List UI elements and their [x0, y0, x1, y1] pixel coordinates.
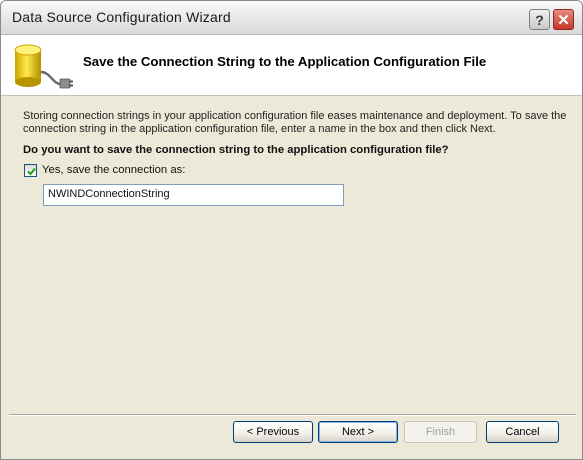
database-plug-icon — [14, 44, 73, 89]
page-title: Save the Connection String to the Applic… — [83, 54, 487, 69]
cancel-button[interactable]: Cancel — [486, 421, 559, 443]
save-connection-label[interactable]: Yes, save the connection as: — [42, 164, 185, 176]
help-button[interactable]: ? — [529, 9, 550, 30]
next-button[interactable]: Next > — [318, 421, 398, 443]
finish-button[interactable]: Finish — [404, 421, 477, 443]
checkmark-icon — [27, 167, 36, 176]
wizard-header: Save the Connection String to the Applic… — [1, 35, 582, 96]
wizard-window: Data Source Configuration Wizard ? ✕ Sav… — [0, 0, 583, 460]
title-bar[interactable]: Data Source Configuration Wizard ? ✕ — [1, 1, 582, 35]
footer-divider — [9, 414, 576, 416]
previous-button[interactable]: < Previous — [233, 421, 313, 443]
close-button[interactable]: ✕ — [553, 9, 574, 30]
window-title: Data Source Configuration Wizard — [12, 9, 231, 25]
save-connection-checkbox[interactable] — [24, 164, 37, 177]
description-text: Storing connection strings in your appli… — [23, 110, 567, 135]
connection-name-input[interactable]: NWINDConnectionString — [43, 184, 344, 206]
save-question: Do you want to save the connection strin… — [23, 144, 449, 156]
